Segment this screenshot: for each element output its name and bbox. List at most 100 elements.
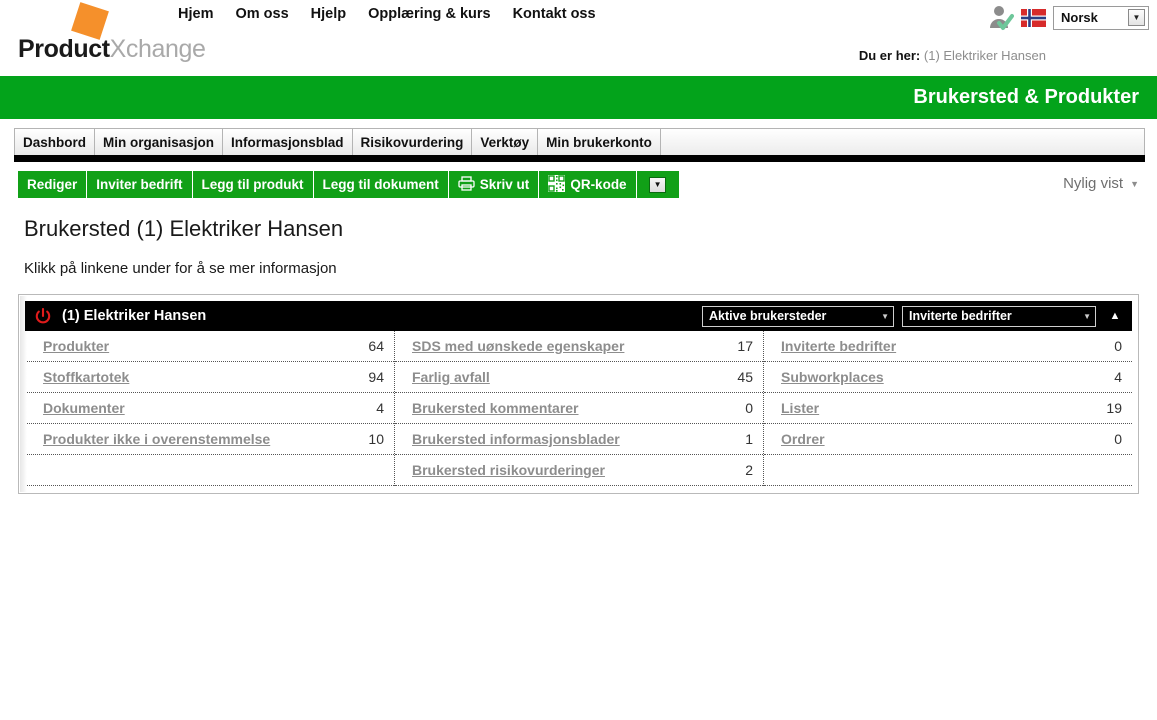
collapse-panel-icon[interactable]: ▲ xyxy=(1104,310,1126,322)
summary-row[interactable]: Brukersted informasjonsblader 1 xyxy=(395,424,763,455)
recently-viewed-menu[interactable]: Nylig vist ▼ xyxy=(1063,175,1139,192)
summary-row[interactable]: Produkter ikke i overenstemmelse 10 xyxy=(26,424,394,455)
link-ordrer[interactable]: Ordrer xyxy=(781,431,825,447)
summary-row[interactable]: Brukersted kommentarer 0 xyxy=(395,393,763,424)
chevron-down-icon: ▼ xyxy=(1130,178,1139,189)
summary-row[interactable]: Lister 19 xyxy=(764,393,1132,424)
link-lister[interactable]: Lister xyxy=(781,400,819,416)
value-subworkplaces: 4 xyxy=(1114,369,1122,385)
rediger-button[interactable]: Rediger xyxy=(18,171,88,198)
chevron-down-icon[interactable]: ▼ xyxy=(649,176,667,193)
link-sds-med-uonskede-egenskaper[interactable]: SDS med uønskede egenskaper xyxy=(412,338,624,354)
value-brukersted-informasjonsblader: 1 xyxy=(745,431,753,447)
tab-underline xyxy=(14,155,1145,162)
nav-item-opplaering-kurs[interactable]: Opplæring & kurs xyxy=(368,6,490,22)
nav-item-om-oss[interactable]: Om oss xyxy=(235,6,288,22)
language-select[interactable]: Norsk ▼ xyxy=(1053,5,1149,30)
user-verified-icon[interactable] xyxy=(988,4,1014,31)
link-inviterte-bedrifter[interactable]: Inviterte bedrifter xyxy=(781,338,896,354)
summary-column-2: SDS med uønskede egenskaper 17 Farlig av… xyxy=(394,331,764,486)
summary-column-3: Inviterte bedrifter 0 Subworkplaces 4 Li… xyxy=(764,331,1132,486)
summary-row-empty xyxy=(764,455,1132,486)
panel-header-left: (1) Elektriker Hansen xyxy=(35,307,702,325)
value-ordrer: 0 xyxy=(1114,431,1122,447)
value-farlig-avfall: 45 xyxy=(737,369,753,385)
link-stoffkartotek[interactable]: Stoffkartotek xyxy=(43,369,129,385)
nav-item-hjelp[interactable]: Hjelp xyxy=(311,6,346,22)
panel-header-controls: Aktive brukersteder ▼ Inviterte bedrifte… xyxy=(702,305,1126,327)
legg-til-dokument-button[interactable]: Legg til dokument xyxy=(313,171,449,198)
summary-grid: Produkter 64 Stoffkartotek 94 Dokumenter… xyxy=(25,331,1132,486)
top-right-controls: Norsk ▼ xyxy=(988,4,1149,31)
link-subworkplaces[interactable]: Subworkplaces xyxy=(781,369,884,385)
tab-filler xyxy=(660,129,1144,155)
skriv-ut-button[interactable]: Skriv ut xyxy=(448,171,540,198)
brand-name-bold: Product xyxy=(18,35,110,63)
norway-flag-icon[interactable] xyxy=(1021,8,1046,27)
summary-column-1: Produkter 64 Stoffkartotek 94 Dokumenter… xyxy=(26,331,394,486)
summary-row-empty xyxy=(26,455,394,486)
nav-item-hjem[interactable]: Hjem xyxy=(178,6,213,22)
summary-row[interactable]: Ordrer 0 xyxy=(764,424,1132,455)
link-farlig-avfall[interactable]: Farlig avfall xyxy=(412,369,490,385)
summary-row[interactable]: Produkter 64 xyxy=(26,331,394,362)
tab-min-organisasjon[interactable]: Min organisasjon xyxy=(95,129,224,155)
summary-row[interactable]: SDS med uønskede egenskaper 17 xyxy=(395,331,763,362)
page-title: Brukersted (1) Elektriker Hansen xyxy=(24,216,344,241)
summary-row[interactable]: Brukersted risikovurderinger 2 xyxy=(395,455,763,486)
qr-code-icon xyxy=(548,174,566,195)
brand-wordmark: ProductXchange xyxy=(18,35,206,64)
value-dokumenter: 4 xyxy=(376,400,384,416)
link-produkter-ikke-i-overenstemmelse[interactable]: Produkter ikke i overenstemmelse xyxy=(43,431,270,447)
value-produkter-ikke-i-overenstemmelse: 10 xyxy=(368,431,384,447)
summary-row[interactable]: Dokumenter 4 xyxy=(26,393,394,424)
link-brukersted-risikovurderinger[interactable]: Brukersted risikovurderinger xyxy=(412,462,605,478)
page-subtitle: Klikk på linkene under for å se mer info… xyxy=(24,260,337,277)
link-dokumenter[interactable]: Dokumenter xyxy=(43,400,125,416)
panel-title: (1) Elektriker Hansen xyxy=(62,308,207,324)
legg-til-produkt-button[interactable]: Legg til produkt xyxy=(192,171,314,198)
value-sds-med-uonskede-egenskaper: 17 xyxy=(737,338,753,354)
active-workplaces-select[interactable]: Aktive brukersteder ▼ xyxy=(702,305,894,327)
main-navigation: Hjem Om oss Hjelp Opplæring & kurs Konta… xyxy=(178,6,596,22)
qr-kode-button[interactable]: QR-kode xyxy=(539,171,637,198)
brand-name-light: Xchange xyxy=(109,35,206,63)
action-toolbar: Rediger Inviter bedrift Legg til produkt… xyxy=(18,171,679,198)
value-lister: 19 xyxy=(1106,400,1122,416)
link-brukersted-informasjonsblader[interactable]: Brukersted informasjonsblader xyxy=(412,431,620,447)
power-refresh-icon[interactable] xyxy=(35,307,51,325)
invited-companies-select[interactable]: Inviterte bedrifter ▼ xyxy=(902,305,1096,327)
chevron-down-icon[interactable]: ▼ xyxy=(1128,9,1145,26)
breadcrumb-value: (1) Elektriker Hansen xyxy=(923,48,1046,63)
tab-verktoy[interactable]: Verktøy xyxy=(472,129,539,155)
language-select-value: Norsk xyxy=(1061,10,1098,25)
breadcrumb: Du er her: (1) Elektriker Hansen xyxy=(859,48,1046,63)
tab-risikovurdering[interactable]: Risikovurdering xyxy=(352,129,473,155)
summary-row[interactable]: Farlig avfall 45 xyxy=(395,362,763,393)
action-toolbar-row: Rediger Inviter bedrift Legg til produkt… xyxy=(0,171,1157,202)
link-brukersted-kommentarer[interactable]: Brukersted kommentarer xyxy=(412,400,579,416)
top-bar: ProductXchange Hjem Om oss Hjelp Opplæri… xyxy=(0,0,1157,76)
tab-min-brukerkonto[interactable]: Min brukerkonto xyxy=(538,129,661,155)
tab-bar: Dashbord Min organisasjon Informasjonsbl… xyxy=(0,119,1157,162)
summary-row[interactable]: Inviterte bedrifter 0 xyxy=(764,331,1132,362)
chevron-down-icon: ▼ xyxy=(881,311,889,321)
value-stoffkartotek: 94 xyxy=(368,369,384,385)
summary-row[interactable]: Subworkplaces 4 xyxy=(764,362,1132,393)
breadcrumb-label: Du er her: xyxy=(858,48,921,63)
value-brukersted-risikovurderinger: 2 xyxy=(745,462,753,478)
invited-companies-select-value: Inviterte bedrifter xyxy=(909,309,1012,323)
recently-viewed-label: Nylig vist xyxy=(1063,175,1124,192)
inviter-bedrift-button[interactable]: Inviter bedrift xyxy=(87,171,193,198)
section-banner: Brukersted & Produkter xyxy=(0,76,1157,119)
nav-item-kontakt-oss[interactable]: Kontakt oss xyxy=(513,6,596,22)
value-inviterte-bedrifter: 0 xyxy=(1114,338,1122,354)
tab-informasjonsblad[interactable]: Informasjonsblad xyxy=(223,129,353,155)
link-produkter[interactable]: Produkter xyxy=(43,338,109,354)
skriv-ut-label: Skriv ut xyxy=(479,177,530,192)
summary-row[interactable]: Stoffkartotek 94 xyxy=(26,362,394,393)
tab-dashbord[interactable]: Dashbord xyxy=(15,129,96,155)
banner-title: Brukersted & Produkter xyxy=(913,86,1139,108)
value-produkter: 64 xyxy=(368,338,384,354)
qr-kode-label: QR-kode xyxy=(570,177,627,192)
